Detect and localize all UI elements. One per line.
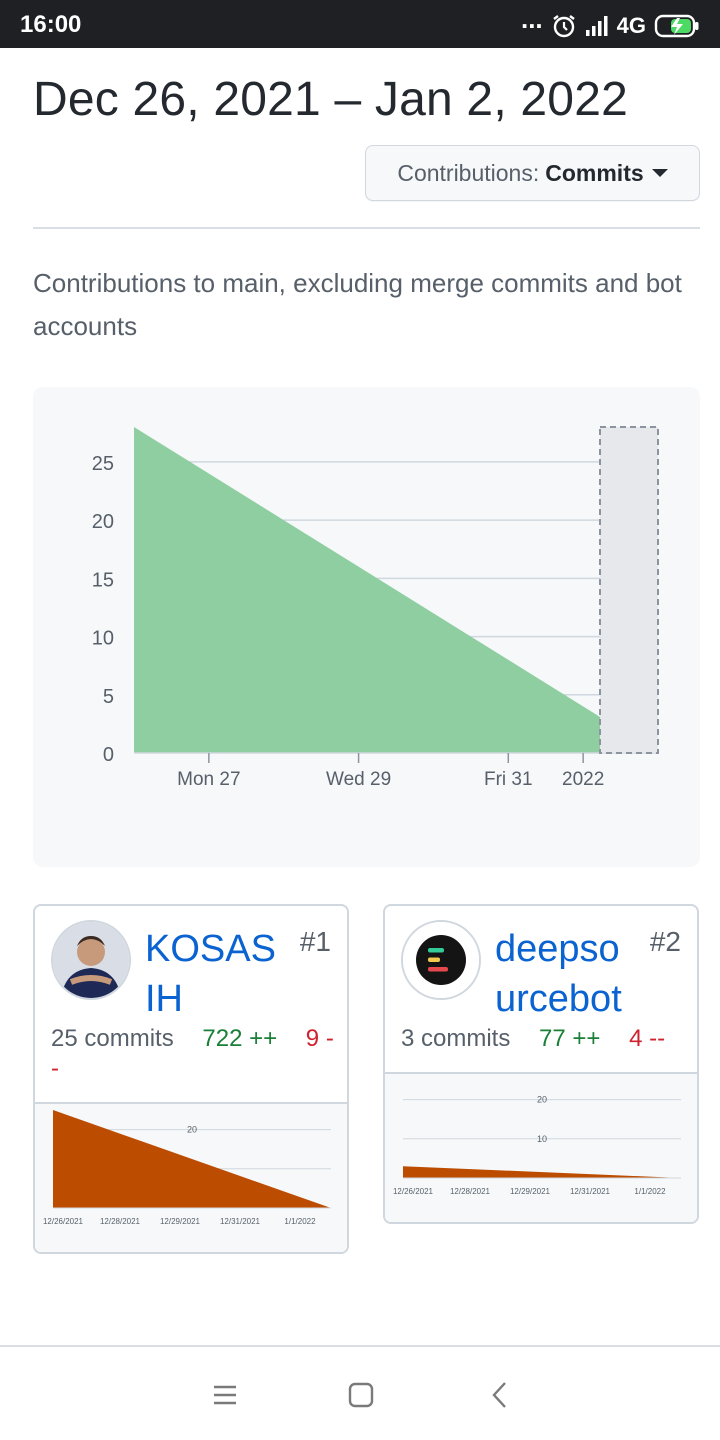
alarm-icon — [551, 13, 577, 39]
page-title: Dec 26, 2021 – Jan 2, 2022 — [33, 73, 628, 126]
main-contribution-chart: 0 5 10 15 20 25 Mon 27 Wed 29 Fri 31 2022 — [33, 387, 700, 867]
system-nav-bar — [0, 1345, 720, 1440]
y-tick-label: 10 — [92, 628, 114, 650]
network-type: 4G — [616, 12, 646, 38]
x-tick-label: 12/29/2021 — [160, 1217, 201, 1226]
home-icon[interactable] — [341, 1377, 381, 1413]
contributor-name-link[interactable]: KOSASIH — [145, 924, 285, 1024]
contributions-description: Contributions to main, excluding merge c… — [33, 268, 682, 341]
signal-icon — [585, 15, 609, 37]
contributor-rank: #1 — [299, 926, 331, 957]
contributor-card: KOSASIH #1 25 commits 722 ++ 9 -- 20 12/2… — [33, 904, 349, 1254]
y-tick-label: 20 — [187, 1125, 197, 1135]
dropdown-value: Commits — [545, 159, 644, 186]
main-chart-svg: 0 5 10 15 20 25 Mon 27 Wed 29 Fri 31 2022 — [92, 426, 659, 790]
y-tick-label: 20 — [537, 1095, 547, 1105]
x-tick-label: Wed 29 — [326, 769, 391, 790]
brush-selection[interactable] — [599, 426, 659, 754]
more-dots: ... — [520, 4, 543, 34]
deletions-count: 4 -- — [629, 1025, 666, 1052]
chevron-down-icon — [651, 169, 668, 177]
y-tick-label: 20 — [92, 511, 114, 533]
contributor-name-link[interactable]: deepsourcebot — [495, 924, 635, 1024]
x-tick-label: 12/28/2021 — [450, 1187, 491, 1196]
y-tick-label: 15 — [92, 569, 114, 591]
contributions-type-dropdown[interactable]: Contributions: Commits — [365, 145, 700, 201]
contributor-rank: #2 — [649, 926, 681, 957]
commit-count-link[interactable]: 25 commits — [51, 1025, 174, 1052]
x-tick-label: 12/31/2021 — [570, 1187, 611, 1196]
status-icons: ... 4G — [521, 4, 700, 41]
x-tick-label: 12/26/2021 — [393, 1187, 434, 1196]
avatar[interactable] — [401, 920, 481, 1000]
divider — [33, 227, 700, 229]
contributor-chart: 20 12/26/2021 12/28/2021 12/29/2021 12/31/20… — [35, 1102, 347, 1252]
contributor-area — [403, 1166, 681, 1178]
contributor-stats: 3 commits 77 ++ 4 -- — [401, 1024, 691, 1054]
x-tick-label: 1/1/2022 — [634, 1187, 666, 1196]
dropdown-label: Contributions: — [397, 159, 540, 186]
x-tick-label: 12/31/2021 — [220, 1217, 261, 1226]
y-tick-label: 25 — [92, 453, 114, 475]
x-tick-label: Fri 31 — [484, 769, 533, 790]
x-tick-label: 12/26/2021 — [43, 1217, 84, 1226]
contributor-stats: 25 commits 722 ++ 9 -- — [51, 1024, 341, 1084]
contributor-chart-svg: 10 20 12/26/2021 12/28/2021 12/29/2021 12/31/… — [393, 1095, 681, 1196]
battery-charging-icon — [654, 14, 700, 38]
x-tick-label: Mon 27 — [177, 769, 240, 790]
contributor-card: deepsourcebot #2 3 commits 77 ++ 4 -- 10… — [383, 904, 699, 1224]
additions-count: 77 ++ — [539, 1025, 601, 1052]
x-tick-label: 2022 — [562, 769, 604, 790]
contributor-chart-svg: 20 12/26/2021 12/28/2021 12/29/2021 12/31/20… — [43, 1110, 331, 1226]
contributions-area — [134, 427, 658, 753]
y-tick-label: 0 — [103, 744, 114, 766]
status-bar: 16:00 ... 4G — [0, 0, 720, 48]
y-tick-label: 10 — [537, 1134, 547, 1144]
y-tick-label: 5 — [103, 686, 114, 708]
x-tick-label: 12/29/2021 — [510, 1187, 551, 1196]
avatar[interactable] — [51, 920, 131, 1000]
back-icon[interactable] — [480, 1377, 520, 1413]
contributor-chart: 10 20 12/26/2021 12/28/2021 12/29/2021 12/31/… — [385, 1072, 697, 1222]
status-time: 16:00 — [20, 11, 82, 38]
x-tick-label: 1/1/2022 — [284, 1217, 316, 1226]
commit-count-link[interactable]: 3 commits — [401, 1025, 510, 1052]
x-tick-label: 12/28/2021 — [100, 1217, 141, 1226]
menu-icon[interactable] — [205, 1377, 245, 1413]
additions-count: 722 ++ — [202, 1025, 278, 1052]
